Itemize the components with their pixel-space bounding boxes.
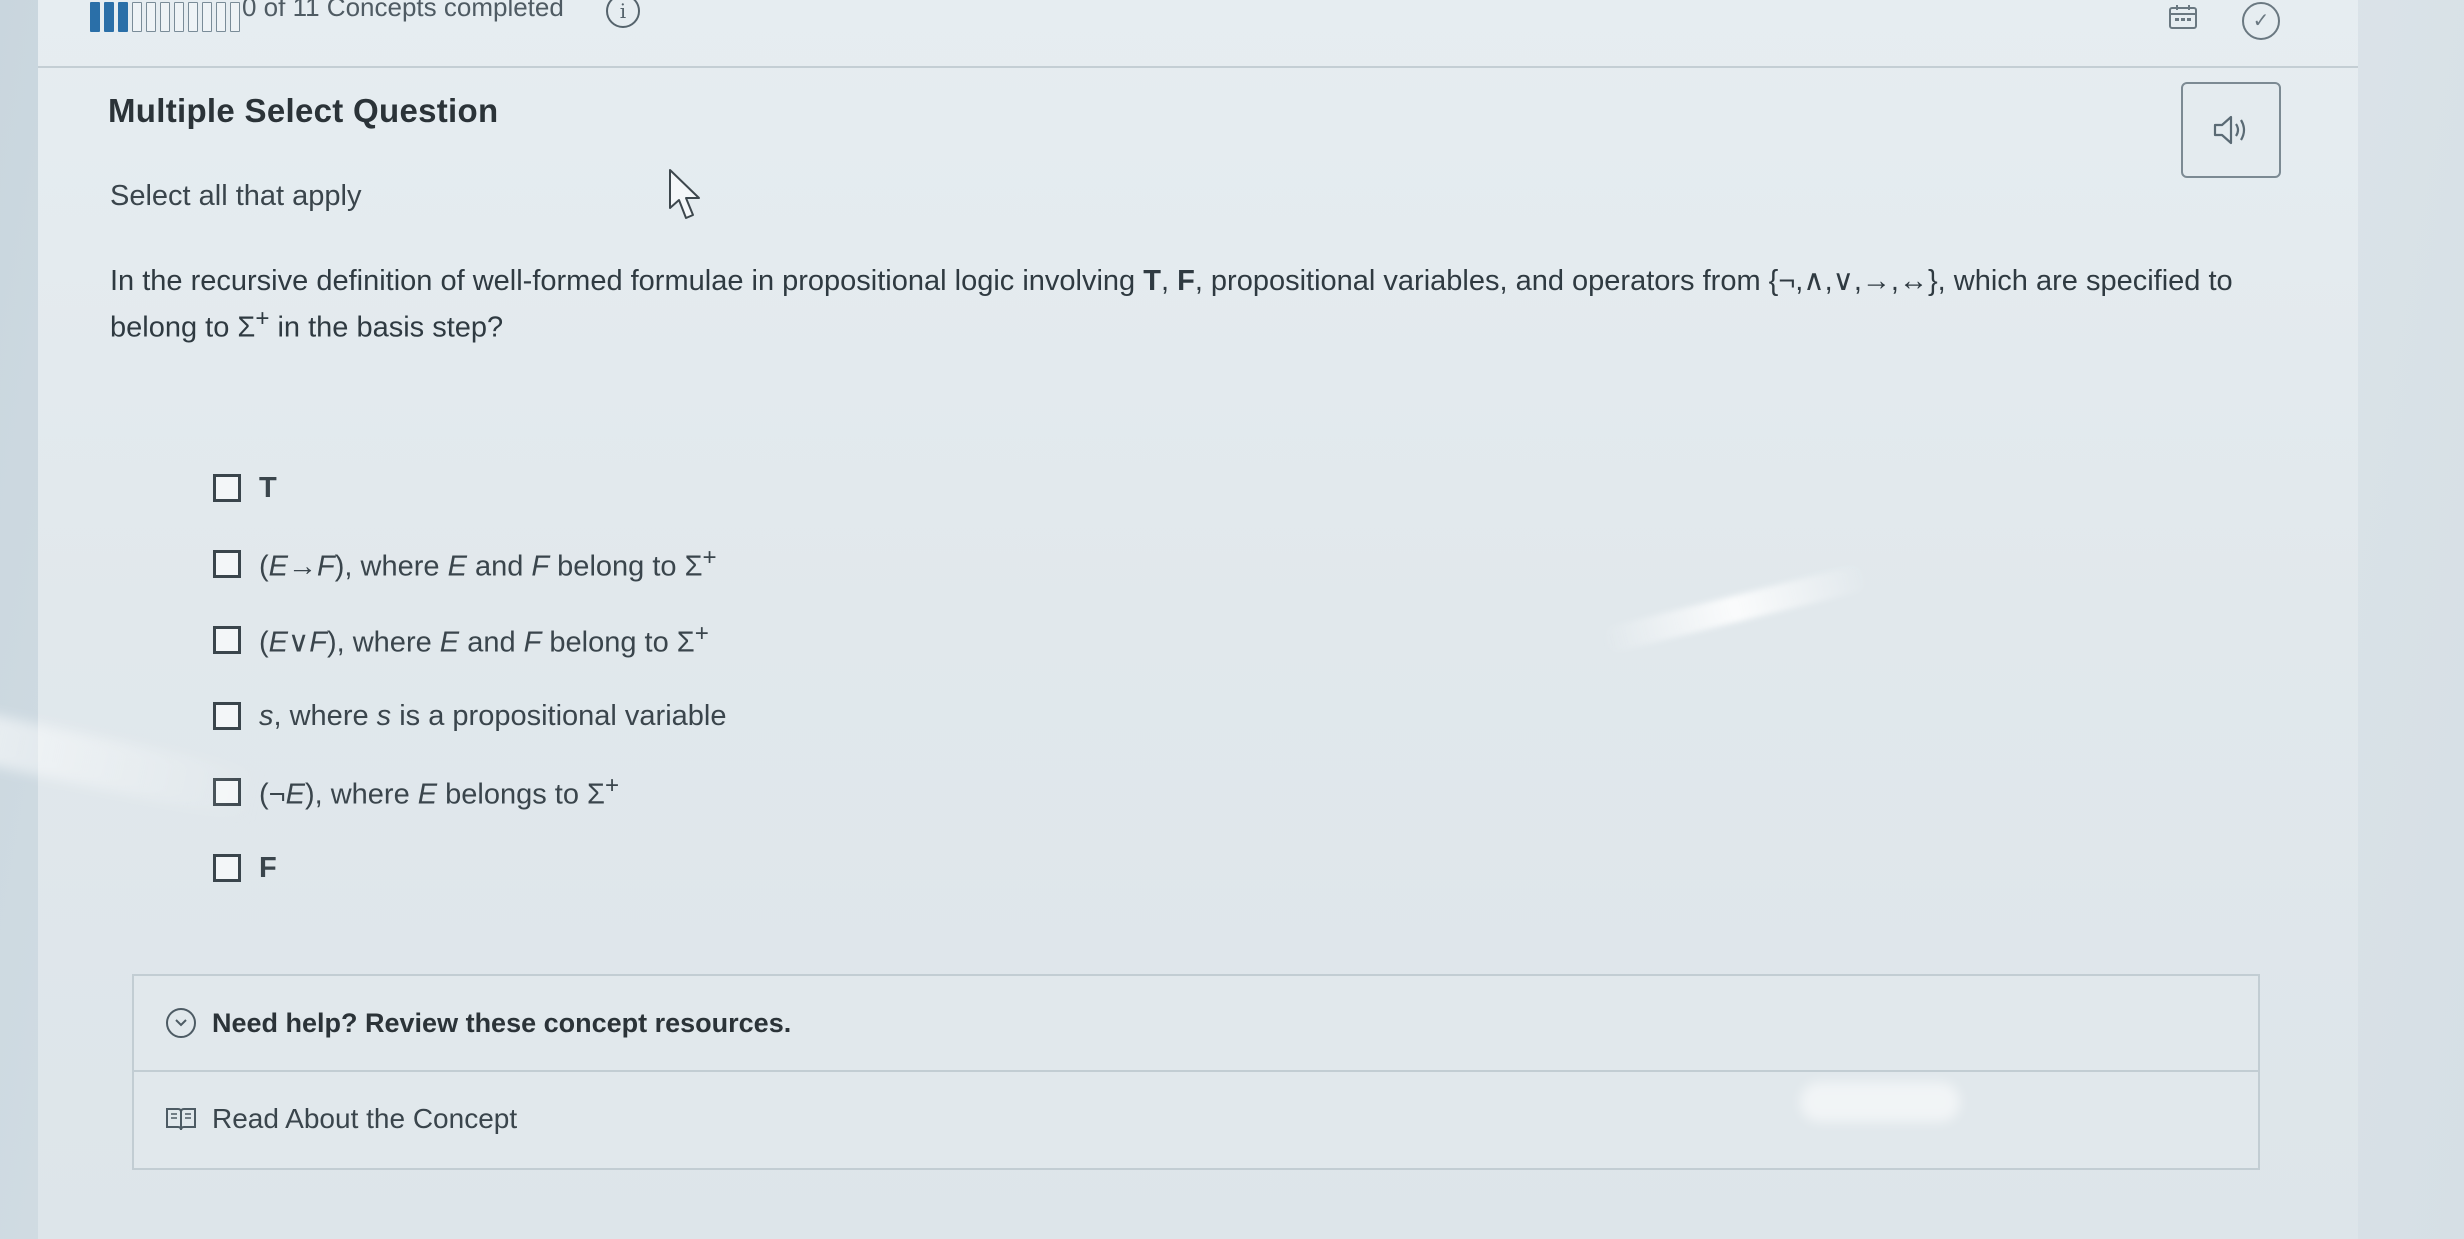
concept-progress-bar [90,2,240,32]
option-not-e[interactable]: (¬E), where E belongs to Σ+ [213,754,726,830]
option-propositional-variable[interactable]: s, where s is a propositional variable [213,678,726,754]
option-label: (¬E), where E belongs to Σ+ [259,772,620,811]
read-about-concept-label: Read About the Concept [212,1103,518,1134]
concepts-status-text: 0 of 11 Concepts completed [242,0,564,22]
progress-segment [132,2,142,32]
progress-segment [174,2,184,32]
option-e-or-f[interactable]: (E∨F), where E and F belong to Σ+ [213,602,726,678]
mouse-cursor-icon [669,169,700,219]
checkbox[interactable] [213,550,241,578]
info-icon[interactable]: i [606,0,640,28]
question-type-title: Multiple Select Question [108,92,499,129]
read-about-concept-link[interactable]: Read About the Concept [164,1072,517,1166]
screen-glare [1800,1082,1960,1122]
option-label: F [259,851,277,884]
option-label: (E→F), where E and F belong to Σ+ [259,544,717,583]
progress-segment [104,2,114,32]
option-label: (E∨F), where E and F belong to Σ+ [259,620,709,659]
concept-resources-toggle[interactable]: Need help? Review these concept resource… [134,976,2258,1072]
calendar-icon[interactable] [2168,4,2198,30]
option-label: s, where s is a propositional variable [259,699,727,732]
checkbox[interactable] [213,854,241,882]
checkbox[interactable] [213,626,241,654]
concept-resources-title: Need help? Review these concept resource… [212,1007,792,1038]
progress-segment [216,2,226,32]
concept-resources-panel: Need help? Review these concept resource… [132,974,2260,1170]
top-bar: 0 of 11 Concepts completed i ✓ [38,0,2358,68]
checkbox[interactable] [213,474,241,502]
progress-segment [160,2,170,32]
speaker-icon [2213,115,2246,145]
answer-options: T (E→F), where E and F belong to Σ+ (E∨F… [213,450,726,906]
question-prompt: In the recursive definition of well-form… [110,265,2233,344]
checkbox[interactable] [213,702,241,730]
progress-segment [146,2,156,32]
check-circle-icon[interactable]: ✓ [2242,2,2280,40]
option-label: T [259,471,277,504]
progress-segment [188,2,198,32]
instruction-text: Select all that apply [110,180,362,212]
option-e-implies-f[interactable]: (E→F), where E and F belong to Σ+ [213,526,726,602]
option-t[interactable]: T [213,450,726,526]
progress-segment [90,2,100,32]
progress-segment [202,2,212,32]
progress-segment [230,2,240,32]
book-icon [166,1108,196,1131]
read-aloud-button[interactable] [2181,82,2281,178]
page: 0 of 11 Concepts completed i ✓ Multiple … [38,0,2358,1239]
chevron-down-circle-icon [166,1008,196,1038]
option-f[interactable]: F [213,830,726,906]
progress-segment [118,2,128,32]
